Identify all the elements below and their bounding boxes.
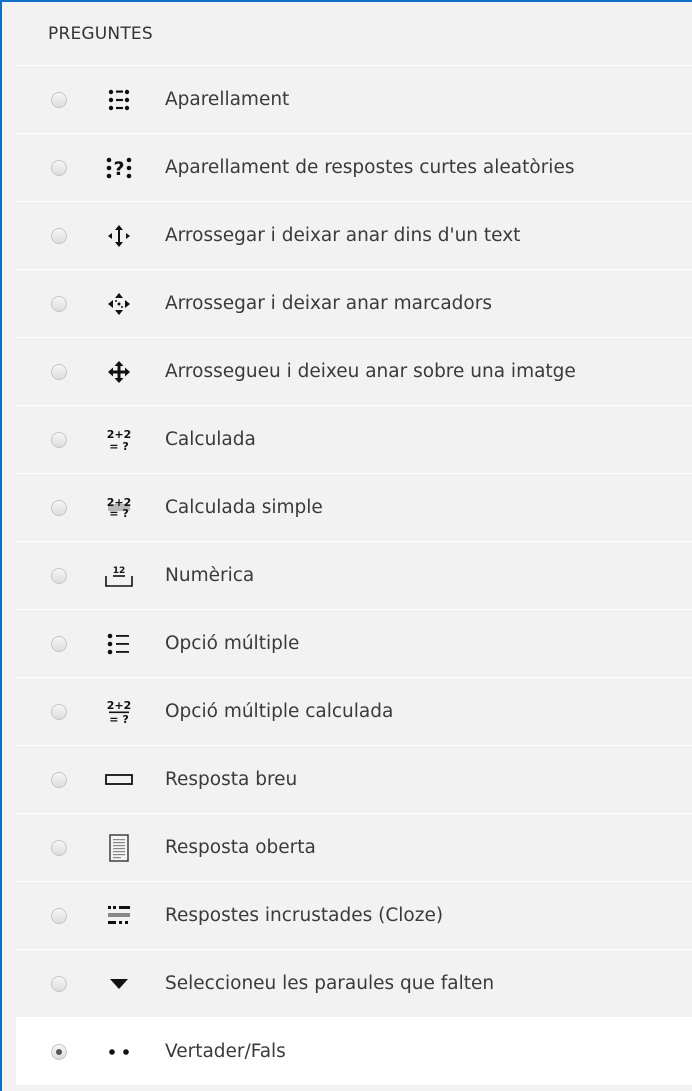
question-type-option[interactable]: Seleccioneu les paraules que falten xyxy=(16,949,692,1017)
option-label: Aparellament xyxy=(165,89,290,110)
option-label: Respostes incrustades (Cloze) xyxy=(165,905,444,926)
calculated-simple-icon: 2+2 = ? xyxy=(101,495,137,521)
option-label: Opció múltiple xyxy=(165,633,300,654)
option-label: Arrossegar i deixar anar marcadors xyxy=(165,293,492,314)
radio-button[interactable] xyxy=(51,499,67,516)
radio-button[interactable] xyxy=(51,431,67,448)
question-type-option[interactable]: Arrossegar i deixar anar dins d'un text xyxy=(16,201,692,269)
question-mark: ? xyxy=(113,158,124,180)
option-label: Opció múltiple calculada xyxy=(165,701,394,722)
calc-bottom-text: = ? xyxy=(109,440,128,453)
drag-drop-markers-icon xyxy=(101,292,137,316)
question-type-option[interactable]: 2+2 = ? Calculada xyxy=(16,405,692,473)
option-label: Arrossegueu i deixeu anar sobre una imat… xyxy=(165,361,576,382)
radio-button[interactable] xyxy=(51,975,67,992)
question-type-option[interactable]: Arrossegueu i deixeu anar sobre una imat… xyxy=(16,337,692,405)
option-label: Resposta breu xyxy=(165,769,298,790)
true-false-icon xyxy=(101,1048,137,1056)
radio-button[interactable] xyxy=(51,839,67,856)
option-label: Calculada xyxy=(165,429,256,450)
radio-button-checked[interactable] xyxy=(51,1043,67,1060)
question-type-option-selected[interactable]: Vertader/Fals xyxy=(16,1017,692,1085)
option-label: Resposta oberta xyxy=(165,837,316,858)
numeric-value-text: 12 xyxy=(113,566,126,576)
radio-button[interactable] xyxy=(51,703,67,720)
question-type-option[interactable]: 2+2 = ? Opció múltiple calculada xyxy=(16,677,692,745)
radio-button[interactable] xyxy=(51,567,67,584)
cloze-icon xyxy=(101,904,137,928)
matching-icon xyxy=(101,89,137,111)
numerical-icon: 12 xyxy=(101,564,137,588)
drag-drop-image-icon xyxy=(101,360,137,384)
short-answer-icon xyxy=(101,773,137,786)
question-type-option[interactable]: 12 Numèrica xyxy=(16,541,692,609)
question-type-option[interactable]: Respostes incrustades (Cloze) xyxy=(16,881,692,949)
calc-bottom-text: = ? xyxy=(109,507,128,520)
question-types-panel: PREGUNTES Aparellament ? Aparellament de… xyxy=(0,0,692,1091)
radio-button[interactable] xyxy=(51,227,67,244)
option-label: Arrossegar i deixar anar dins d'un text xyxy=(165,225,521,246)
radio-button[interactable] xyxy=(51,907,67,924)
option-label: Numèrica xyxy=(165,565,255,586)
panel-title: PREGUNTES xyxy=(48,23,153,44)
question-type-option[interactable]: Arrossegar i deixar anar marcadors xyxy=(16,269,692,337)
radio-button[interactable] xyxy=(51,771,67,788)
radio-button[interactable] xyxy=(51,363,67,380)
select-missing-words-icon xyxy=(101,978,137,990)
multiple-choice-icon xyxy=(101,633,137,655)
question-type-option[interactable]: 2+2 = ? Calculada simple xyxy=(16,473,692,541)
question-type-option[interactable]: Aparellament xyxy=(16,65,692,133)
option-label: Seleccioneu les paraules que falten xyxy=(165,973,495,994)
option-label: Calculada simple xyxy=(165,497,323,518)
calc-bottom-text: = ? xyxy=(109,713,128,725)
drag-drop-text-icon xyxy=(101,224,137,248)
radio-button[interactable] xyxy=(51,635,67,652)
option-label: Vertader/Fals xyxy=(165,1041,286,1062)
question-type-option[interactable]: Opció múltiple xyxy=(16,609,692,677)
calculated-icon: 2+2 = ? xyxy=(101,427,137,453)
calc-top-text: 2+2 xyxy=(107,699,132,712)
essay-icon xyxy=(101,833,137,862)
radio-button[interactable] xyxy=(51,295,67,312)
calculated-multichoice-icon: 2+2 = ? xyxy=(101,699,137,725)
question-type-option[interactable]: Resposta breu xyxy=(16,745,692,813)
question-type-option[interactable]: ? Aparellament de respostes curtes aleat… xyxy=(16,133,692,201)
radio-button[interactable] xyxy=(51,91,67,108)
question-type-option[interactable]: Resposta oberta xyxy=(16,813,692,881)
random-short-answer-matching-icon: ? xyxy=(101,156,137,180)
option-label: Aparellament de respostes curtes aleatòr… xyxy=(165,157,575,178)
radio-button[interactable] xyxy=(51,159,67,176)
